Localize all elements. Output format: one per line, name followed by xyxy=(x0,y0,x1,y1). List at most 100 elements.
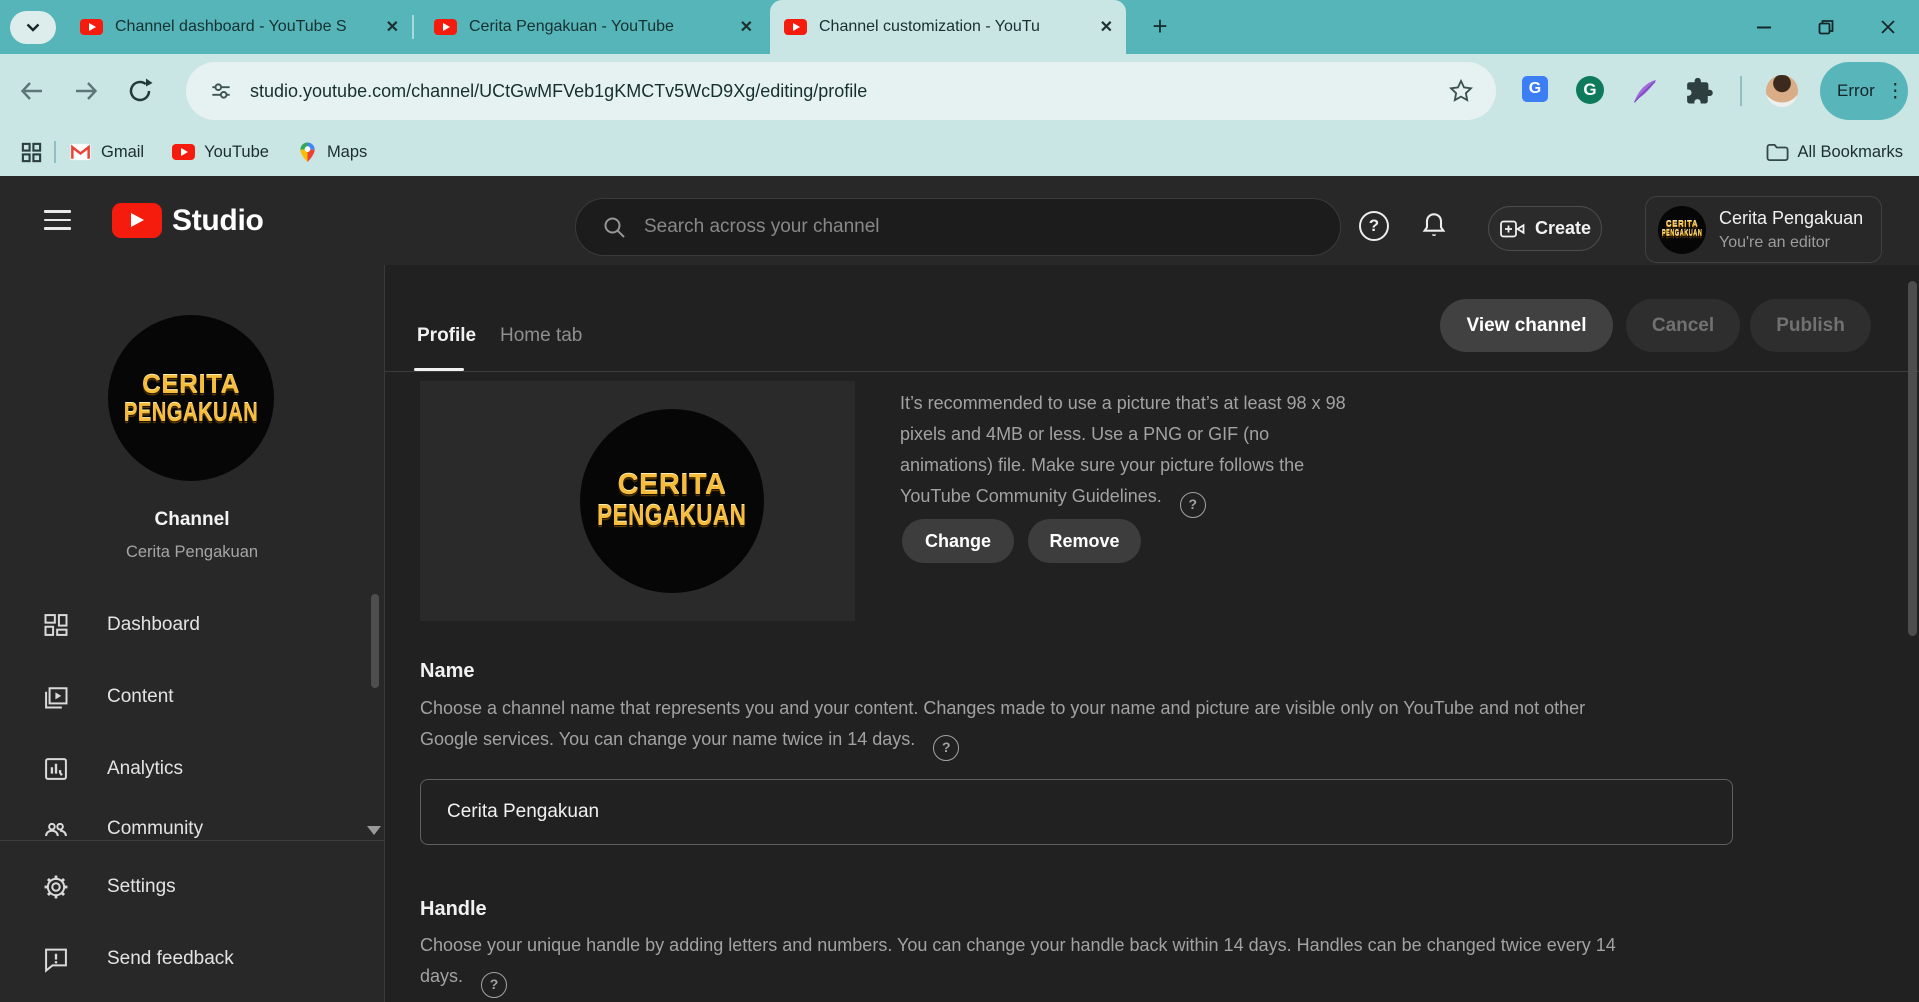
community-icon xyxy=(42,817,72,840)
restore-icon xyxy=(1817,18,1835,36)
sidebar-item-content[interactable]: Content xyxy=(0,673,384,721)
sidebar-item-community[interactable]: Community xyxy=(0,817,384,840)
bookmark-youtube[interactable]: YouTube xyxy=(172,143,269,162)
menu-hamburger-button[interactable] xyxy=(44,210,71,236)
close-tab-icon[interactable]: ✕ xyxy=(1100,17,1113,37)
remove-picture-button[interactable]: Remove xyxy=(1028,519,1141,563)
help-icon[interactable]: ? xyxy=(933,735,959,761)
gear-icon xyxy=(42,873,72,901)
browser-tab-customization-active[interactable]: Channel customization - YouTu ✕ xyxy=(770,0,1126,54)
studio-logo-text[interactable]: Studio xyxy=(172,204,264,238)
help-line: Choose your unique handle by adding lett… xyxy=(420,930,1616,961)
picture-help-text: It’s recommended to use a picture that’s… xyxy=(900,388,1346,518)
browser-tab-dashboard[interactable]: Channel dashboard - YouTube S ✕ xyxy=(66,0,412,54)
help-button[interactable]: ? xyxy=(1359,211,1389,241)
cancel-button[interactable]: Cancel xyxy=(1626,299,1740,352)
account-chip[interactable]: CERITA PENGAKUAN Cerita Pengakuan You're… xyxy=(1645,196,1882,263)
page-scrollbar-thumb[interactable] xyxy=(1908,281,1917,636)
publish-button[interactable]: Publish xyxy=(1750,299,1871,352)
sidebar-scrollbar-thumb[interactable] xyxy=(371,594,379,688)
view-channel-button[interactable]: View channel xyxy=(1440,299,1613,352)
tab-home-tab[interactable]: Home tab xyxy=(500,325,582,347)
address-bar[interactable]: studio.youtube.com/channel/UCtGwMFVeb1gK… xyxy=(186,62,1496,120)
close-window-button[interactable] xyxy=(1857,0,1919,54)
help-line: animations) file. Make sure your picture… xyxy=(900,450,1346,481)
browser-tab-bar: Channel dashboard - YouTube S ✕ Cerita P… xyxy=(0,0,1919,54)
change-picture-button[interactable]: Change xyxy=(902,519,1014,563)
sidebar-item-label: Dashboard xyxy=(107,614,200,636)
close-tab-icon[interactable]: ✕ xyxy=(740,17,753,37)
grammarly-extension-button[interactable]: G xyxy=(1576,76,1606,106)
customization-main: Profile Home tab View channel Cancel Pub… xyxy=(385,265,1919,1002)
grammarly-icon: G xyxy=(1576,76,1604,104)
browser-tab-channel[interactable]: Cerita Pengakuan - YouTube ✕ xyxy=(420,0,766,54)
sidebar-item-dashboard[interactable]: Dashboard xyxy=(0,601,384,649)
channel-name-field[interactable] xyxy=(420,779,1733,845)
sidebar-item-analytics[interactable]: Analytics xyxy=(0,745,384,793)
all-bookmarks-button[interactable]: All Bookmarks xyxy=(1765,128,1903,176)
browser-toolbar: studio.youtube.com/channel/UCtGwMFVeb1gK… xyxy=(0,54,1919,128)
forward-button[interactable] xyxy=(72,77,100,105)
help-icon[interactable]: ? xyxy=(1180,492,1206,518)
channel-label: Channel xyxy=(0,509,384,531)
tab-profile[interactable]: Profile xyxy=(417,325,476,347)
profile-picture-box[interactable]: CERITA PENGAKUAN xyxy=(420,381,855,621)
browser-profile-avatar[interactable] xyxy=(1766,75,1798,107)
bookmark-maps[interactable]: Maps xyxy=(297,141,367,164)
sidebar-item-label: Settings xyxy=(107,876,176,898)
handle-help-text: Choose your unique handle by adding lett… xyxy=(420,930,1616,998)
url-text[interactable]: studio.youtube.com/channel/UCtGwMFVeb1gK… xyxy=(250,81,867,102)
sidebar-divider xyxy=(0,840,384,841)
sidebar-item-settings[interactable]: Settings xyxy=(0,863,384,911)
help-line: pixels and 4MB or less. Use a PNG or GIF… xyxy=(900,419,1346,450)
new-tab-button[interactable]: + xyxy=(1146,13,1174,41)
notifications-button[interactable] xyxy=(1419,210,1449,242)
channel-avatar-large[interactable]: CERITA PENGAKUAN xyxy=(108,315,274,481)
create-button[interactable]: Create xyxy=(1488,206,1602,251)
search-input[interactable] xyxy=(644,216,1264,238)
quill-extension-button[interactable] xyxy=(1630,76,1660,106)
tab-separator xyxy=(412,15,414,39)
sidebar-item-send-feedback[interactable]: Send feedback xyxy=(0,935,384,983)
close-tab-icon[interactable]: ✕ xyxy=(386,17,399,37)
customization-tabs: Profile Home tab View channel Cancel Pub… xyxy=(385,265,1919,372)
studio-search-bar[interactable] xyxy=(575,198,1341,256)
sidebar-item-label: Analytics xyxy=(107,758,183,780)
youtube-favicon xyxy=(80,19,103,35)
profile-error-button[interactable]: Error ⋮ xyxy=(1820,62,1908,120)
profile-picture: CERITA PENGAKUAN xyxy=(580,409,764,593)
sidebar-item-label: Content xyxy=(107,686,174,708)
window-controls xyxy=(1733,0,1919,54)
star-icon xyxy=(1448,78,1474,104)
apps-grid-icon xyxy=(20,141,43,164)
back-button[interactable] xyxy=(18,77,46,105)
maximize-restore-button[interactable] xyxy=(1795,0,1857,54)
tab-search-chevron-button[interactable] xyxy=(10,11,56,44)
site-settings-icon[interactable] xyxy=(208,78,234,104)
bookmark-star-button[interactable] xyxy=(1448,78,1474,104)
search-icon xyxy=(602,215,626,239)
minimize-button[interactable] xyxy=(1733,0,1795,54)
channel-name-input[interactable] xyxy=(447,801,1697,823)
bookmark-gmail[interactable]: Gmail xyxy=(69,142,144,162)
help-icon[interactable]: ? xyxy=(481,972,507,998)
studio-sidebar: CERITA PENGAKUAN Channel Cerita Pengakua… xyxy=(0,265,385,1002)
back-arrow-icon xyxy=(18,77,46,105)
bookmarks-separator xyxy=(54,141,56,163)
channel-avatar: CERITA PENGAKUAN xyxy=(1658,206,1706,254)
apps-grid-button[interactable] xyxy=(20,141,43,164)
youtube-icon xyxy=(172,144,195,160)
sidebar-scroll-down-arrow[interactable] xyxy=(367,826,381,835)
dashboard-icon xyxy=(42,611,72,639)
browser-menu-kebab-icon[interactable]: ⋮ xyxy=(1886,80,1905,103)
bookmark-label: YouTube xyxy=(204,143,269,162)
youtube-studio-logo-icon[interactable] xyxy=(112,203,162,238)
translate-icon: G xyxy=(1522,76,1548,102)
tab-title: Cerita Pengakuan - YouTube xyxy=(469,18,703,36)
refresh-button[interactable] xyxy=(126,77,154,105)
translate-extension-button[interactable]: G xyxy=(1522,76,1552,106)
help-icon: ? xyxy=(1369,216,1379,236)
avatar-text: PENGAKUAN xyxy=(597,501,746,532)
extensions-menu-button[interactable] xyxy=(1684,76,1714,106)
all-bookmarks-label: All Bookmarks xyxy=(1798,143,1903,162)
